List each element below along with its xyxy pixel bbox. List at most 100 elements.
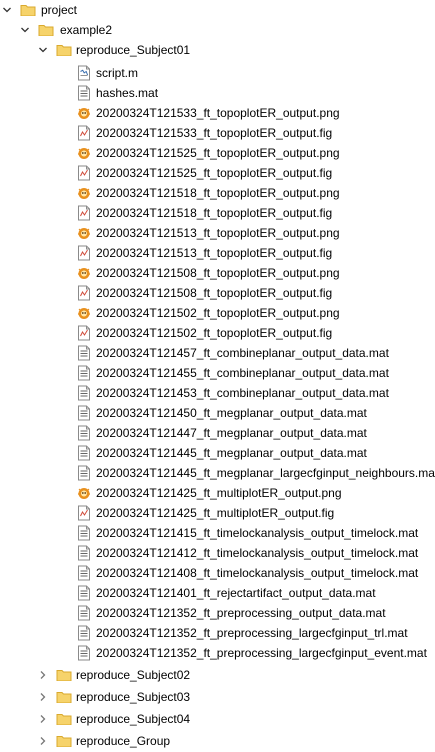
tree-item-label: 20200324T121445_ft_megplanar_output_data… [96,446,367,460]
chevron-right-icon[interactable] [36,709,50,729]
tree-item-label: 20200324T121415_ft_timelockanalysis_outp… [96,526,419,540]
png-image-icon [76,305,92,321]
tree-item-label: reproduce_Subject02 [76,668,191,682]
mat-file-icon [76,525,92,541]
folder-icon [56,667,72,683]
tree-item-label: 20200324T121513_ft_topoplotER_output.fig [96,246,333,260]
tree-folder[interactable]: reproduce_Subject03 [0,687,435,707]
mat-file-icon [76,585,92,601]
tree-folder[interactable]: project [0,0,435,20]
fig-file-icon [76,325,92,341]
tree-file[interactable]: 20200324T121525_ft_topoplotER_output.fig [0,163,435,183]
tree-item-label: 20200324T121352_ft_preprocessing_output_… [96,606,386,620]
tree-file[interactable]: 20200324T121518_ft_topoplotER_output.png [0,183,435,203]
png-image-icon [76,145,92,161]
tree-item-label: 20200324T121450_ft_megplanar_output_data… [96,406,367,420]
mat-file-icon [76,405,92,421]
tree-file[interactable]: 20200324T121533_ft_topoplotER_output.fig [0,123,435,143]
tree-file[interactable]: script.m [0,63,435,83]
tree-file[interactable]: 20200324T121533_ft_topoplotER_output.png [0,103,435,123]
tree-item-label: 20200324T121401_ft_rejectartifact_output… [96,586,376,600]
mat-file-icon [76,565,92,581]
fig-file-icon [76,245,92,261]
tree-file[interactable]: 20200324T121445_ft_megplanar_output_data… [0,443,435,463]
tree-file[interactable]: 20200324T121447_ft_megplanar_output_data… [0,423,435,443]
tree-file[interactable]: 20200324T121525_ft_topoplotER_output.png [0,143,435,163]
mat-file-icon [76,545,92,561]
tree-item-label: hashes.mat [96,86,159,100]
tree-item-label: script.m [96,66,138,80]
tree-folder[interactable]: reproduce_Group [0,731,435,751]
tree-item-label: reproduce_Group [76,734,171,748]
tree-file[interactable]: 20200324T121425_ft_multiplotER_output.fi… [0,503,435,523]
mat-file-icon [76,605,92,621]
tree-folder[interactable]: reproduce_Subject04 [0,709,435,729]
tree-file[interactable]: 20200324T121502_ft_topoplotER_output.png [0,303,435,323]
matlab-script-icon [76,65,92,81]
chevron-right-icon[interactable] [36,687,50,707]
folder-icon [56,42,72,58]
mat-file-icon [76,445,92,461]
tree-file[interactable]: 20200324T121425_ft_multiplotER_output.pn… [0,483,435,503]
chevron-right-icon[interactable] [36,665,50,685]
tree-file[interactable]: 20200324T121513_ft_topoplotER_output.png [0,223,435,243]
fig-file-icon [76,165,92,181]
tree-item-label: reproduce_Subject03 [76,690,191,704]
tree-item-label: 20200324T121445_ft_megplanar_largecfginp… [96,466,435,480]
mat-file-icon [76,385,92,401]
folder-icon [20,2,36,18]
tree-item-label: 20200324T121525_ft_topoplotER_output.fig [96,166,333,180]
tree-item-label: 20200324T121455_ft_combineplanar_output_… [96,366,389,380]
tree-item-label: project [41,3,78,17]
tree-item-label: 20200324T121453_ft_combineplanar_output_… [96,386,389,400]
tree-file[interactable]: 20200324T121457_ft_combineplanar_output_… [0,343,435,363]
tree-folder[interactable]: example2 [0,20,435,40]
chevron-down-icon[interactable] [18,20,32,40]
tree-item-label: 20200324T121502_ft_topoplotER_output.png [96,306,340,320]
tree-file[interactable]: hashes.mat [0,83,435,103]
fig-file-icon [76,205,92,221]
tree-file[interactable]: 20200324T121508_ft_topoplotER_output.png [0,263,435,283]
tree-file[interactable]: 20200324T121352_ft_preprocessing_largecf… [0,623,435,643]
tree-file[interactable]: 20200324T121352_ft_preprocessing_largecf… [0,643,435,663]
tree-item-label: 20200324T121457_ft_combineplanar_output_… [96,346,389,360]
tree-item-label: 20200324T121412_ft_timelockanalysis_outp… [96,546,419,560]
tree-file[interactable]: 20200324T121408_ft_timelockanalysis_outp… [0,563,435,583]
tree-item-label: 20200324T121533_ft_topoplotER_output.fig [96,126,333,140]
tree-folder[interactable]: reproduce_Subject02 [0,665,435,685]
mat-file-icon [76,345,92,361]
tree-file[interactable]: 20200324T121508_ft_topoplotER_output.fig [0,283,435,303]
tree-file[interactable]: 20200324T121513_ft_topoplotER_output.fig [0,243,435,263]
tree-item-label: 20200324T121508_ft_topoplotER_output.png [96,266,340,280]
tree-item-label: 20200324T121352_ft_preprocessing_largecf… [96,626,408,640]
tree-file[interactable]: 20200324T121352_ft_preprocessing_output_… [0,603,435,623]
tree-file[interactable]: 20200324T121518_ft_topoplotER_output.fig [0,203,435,223]
tree-folder[interactable]: reproduce_Subject01 [0,40,435,60]
tree-item-label: example2 [60,23,113,37]
fig-file-icon [76,505,92,521]
tree-item-label: reproduce_Subject04 [76,712,191,726]
png-image-icon [76,485,92,501]
tree-item-label: 20200324T121408_ft_timelockanalysis_outp… [96,566,419,580]
mat-file-icon [76,85,92,101]
tree-item-label: 20200324T121508_ft_topoplotER_output.fig [96,286,333,300]
tree-item-label: 20200324T121352_ft_preprocessing_largecf… [96,646,427,660]
tree-file[interactable]: 20200324T121502_ft_topoplotER_output.fig [0,323,435,343]
tree-file[interactable]: 20200324T121453_ft_combineplanar_output_… [0,383,435,403]
tree-file[interactable]: 20200324T121401_ft_rejectartifact_output… [0,583,435,603]
mat-file-icon [76,465,92,481]
tree-file[interactable]: 20200324T121412_ft_timelockanalysis_outp… [0,543,435,563]
tree-file[interactable]: 20200324T121445_ft_megplanar_largecfginp… [0,463,435,483]
tree-file[interactable]: 20200324T121415_ft_timelockanalysis_outp… [0,523,435,543]
chevron-down-icon[interactable] [36,40,50,60]
tree-item-label: 20200324T121425_ft_multiplotER_output.fi… [96,506,335,520]
chevron-down-icon[interactable] [0,0,14,20]
fig-file-icon [76,285,92,301]
tree-file[interactable]: 20200324T121455_ft_combineplanar_output_… [0,363,435,383]
tree-item-label: 20200324T121425_ft_multiplotER_output.pn… [96,486,342,500]
png-image-icon [76,225,92,241]
tree-item-label: 20200324T121518_ft_topoplotER_output.png [96,186,340,200]
tree-item-label: 20200324T121513_ft_topoplotER_output.png [96,226,340,240]
tree-file[interactable]: 20200324T121450_ft_megplanar_output_data… [0,403,435,423]
chevron-right-icon[interactable] [36,731,50,751]
